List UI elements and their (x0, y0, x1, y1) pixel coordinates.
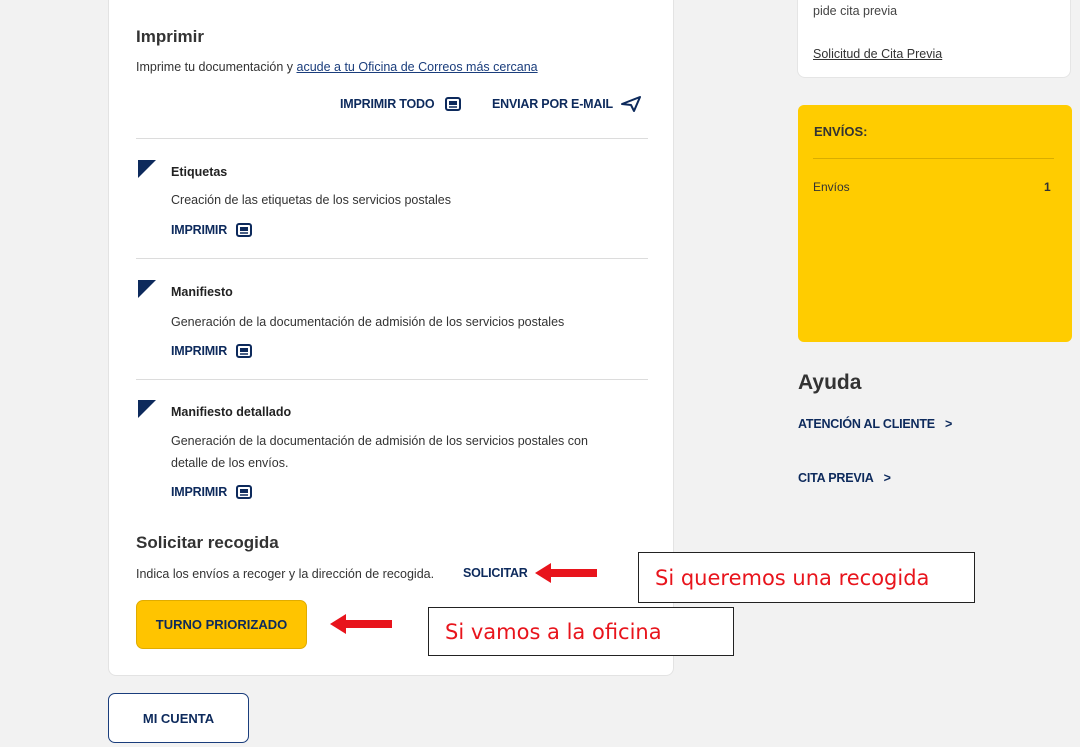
send-icon (620, 96, 641, 112)
appointment-request-link[interactable]: Solicitud de Cita Previa (813, 47, 942, 61)
document-description: Creación de las etiquetas de los servici… (171, 193, 452, 207)
chevron-right-icon: > (883, 471, 891, 485)
shipments-row-count: 1 (1044, 180, 1051, 194)
document-description: Generación de la documentación de admisi… (171, 315, 565, 329)
office-annotation: Si vamos a la oficina (428, 607, 734, 656)
flag-corner-icon (138, 280, 156, 298)
print-label: IMPRIMIR (171, 485, 228, 499)
my-account-button[interactable]: MI CUENTA (108, 693, 249, 743)
printer-icon (236, 485, 253, 499)
pickup-title: Solicitar recogida (136, 533, 279, 552)
arrow-left-icon (535, 563, 597, 583)
divider (136, 138, 648, 139)
office-link[interactable]: acude a tu Oficina de Correos más cercan… (297, 60, 538, 74)
document-title-manifiesto: Manifiesto (171, 285, 233, 299)
divider (136, 258, 648, 259)
help-title: Ayuda (798, 371, 862, 394)
printer-icon (445, 97, 462, 111)
shipments-row-label: Envíos (813, 180, 850, 194)
appointment-text: pide cita previa (813, 4, 898, 18)
flag-corner-icon (138, 160, 156, 178)
appointment-link[interactable]: CITA PREVIA > (798, 471, 891, 485)
flag-corner-icon (138, 400, 156, 418)
arrow-left-icon (330, 614, 392, 634)
print-label: IMPRIMIR (171, 223, 228, 237)
send-email-label: ENVIAR POR E-MAIL (492, 97, 613, 111)
priority-turn-button[interactable]: TURNO PRIORIZADO (136, 600, 307, 649)
printer-icon (236, 344, 253, 358)
divider (136, 379, 648, 380)
customer-service-link[interactable]: ATENCIÓN AL CLIENTE > (798, 417, 952, 431)
print-section-description: Imprime tu documentación y acude a tu Of… (136, 60, 538, 74)
pickup-description: Indica los envíos a recoger y la direcci… (136, 567, 435, 581)
print-etiquetas-button[interactable]: IMPRIMIR (171, 221, 253, 239)
print-section-title: Imprimir (136, 27, 205, 46)
shipments-title: ENVÍOS: (814, 124, 868, 139)
document-description-line1: Generación de la documentación de admisi… (171, 434, 588, 448)
appointment-label: CITA PREVIA (798, 471, 874, 485)
pickup-annotation: Si queremos una recogida (638, 552, 975, 603)
request-pickup-button[interactable]: SOLICITAR (463, 566, 528, 580)
document-title-etiquetas: Etiquetas (171, 165, 228, 179)
shipments-card (798, 105, 1072, 342)
print-all-label: IMPRIMIR TODO (340, 97, 435, 111)
send-email-button[interactable]: ENVIAR POR E-MAIL (492, 95, 641, 113)
print-all-button[interactable]: IMPRIMIR TODO (340, 95, 462, 113)
print-label: IMPRIMIR (171, 344, 228, 358)
shipments-divider (813, 158, 1054, 159)
document-description-line2: detalle de los envíos. (171, 456, 289, 470)
document-title-manifiesto-detallado: Manifiesto detallado (171, 405, 292, 419)
customer-service-label: ATENCIÓN AL CLIENTE (798, 417, 935, 431)
print-description-text: Imprime tu documentación y (136, 60, 294, 74)
print-manifiesto-button[interactable]: IMPRIMIR (171, 342, 253, 360)
chevron-right-icon: > (944, 417, 953, 431)
printer-icon (236, 223, 253, 237)
print-manifiesto-detallado-button[interactable]: IMPRIMIR (171, 483, 253, 501)
